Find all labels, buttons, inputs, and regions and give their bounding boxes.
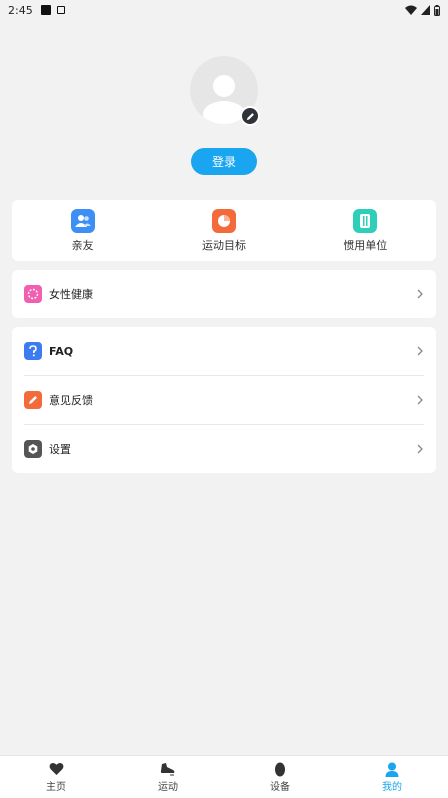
signal-icon [421,5,430,15]
quick-item-goal[interactable]: 运动目标 [153,200,294,261]
tab-mine[interactable]: 我的 [336,756,448,798]
tab-label: 我的 [382,782,402,793]
login-button[interactable]: 登录 [191,148,257,175]
chevron-right-icon [417,346,423,356]
tab-device[interactable]: 设备 [224,756,336,798]
friends-icon [70,208,95,233]
avatar[interactable] [190,56,260,126]
ruler-icon [353,208,378,233]
tab-sport[interactable]: 运动 [112,756,224,798]
menu-item-label: 女性健康 [49,288,93,301]
battery-icon [434,4,440,16]
menu-item-label: 设置 [49,443,71,456]
gear-icon [24,440,42,458]
tab-label: 运动 [158,782,178,793]
pencil-icon [24,391,42,409]
edit-avatar-button[interactable] [240,106,260,126]
quick-item-label: 运动目标 [201,238,246,252]
pie-chart-icon [211,208,236,233]
running-shoe-icon [160,763,175,776]
status-bar: 2:45 [0,0,448,20]
status-time: 2:45 [8,3,33,17]
quick-actions-card: 亲友 运动目标 惯用单位 [12,200,436,261]
menu-item-label: FAQ [49,344,74,358]
chevron-right-icon [417,395,423,405]
women-health-card: 女性健康 [12,270,436,318]
tab-label: 设备 [270,782,290,793]
tab-home[interactable]: 主页 [0,756,112,798]
quick-item-label: 亲友 [71,238,94,252]
tab-label: 主页 [46,782,66,793]
women-health-icon [24,285,42,303]
quick-item-label: 惯用单位 [343,238,388,252]
pencil-icon [246,112,254,120]
chevron-right-icon [417,444,423,454]
heart-icon [49,762,63,775]
notification-icon-2 [56,6,65,14]
notification-icon [40,5,51,15]
menu-item-faq[interactable]: FAQ [12,327,436,375]
menu-list-card: FAQ 意见反馈 设置 [12,327,436,473]
chevron-right-icon [417,289,423,299]
menu-item-feedback[interactable]: 意见反馈 [12,376,436,424]
bottom-tab-bar: 主页 运动 设备 我的 [0,755,448,798]
menu-item-women-health[interactable]: 女性健康 [12,270,436,318]
watch-icon [275,762,285,776]
user-icon [385,762,399,777]
menu-item-label: 意见反馈 [49,394,93,407]
quick-item-units[interactable]: 惯用单位 [295,200,436,261]
menu-item-settings[interactable]: 设置 [12,425,436,473]
wifi-icon [405,5,417,15]
quick-item-friends[interactable]: 亲友 [12,200,153,261]
question-icon [24,342,42,360]
